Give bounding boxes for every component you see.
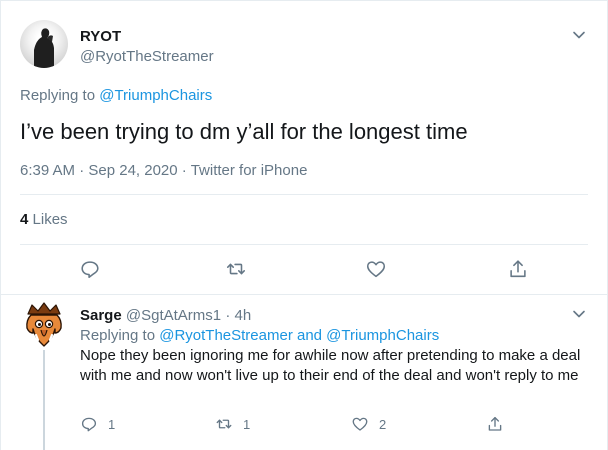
likes-link[interactable]: 4 Likes xyxy=(20,211,68,228)
share-icon xyxy=(488,416,502,431)
replying-prefix: Replying to xyxy=(20,87,96,104)
like-icon xyxy=(352,417,368,431)
reply-icon xyxy=(81,417,97,432)
divider xyxy=(20,194,588,195)
retweet-icon xyxy=(216,419,232,429)
reply-handle[interactable]: @SgtAtArms1 xyxy=(126,307,221,324)
main-tweet: RYOT @RyotTheStreamer Replying to @Trium… xyxy=(0,0,608,295)
reply-header: Sarge @SgtAtArms1 · 4h xyxy=(80,307,251,324)
user-handle[interactable]: @RyotTheStreamer xyxy=(80,48,214,65)
display-name[interactable]: RYOT xyxy=(80,28,121,45)
avatar[interactable] xyxy=(20,20,68,68)
reply-time-separator: · xyxy=(225,307,231,324)
reply-replying-prefix: Replying to xyxy=(80,327,156,344)
tweet-text: I’ve been trying to dm y’all for the lon… xyxy=(20,119,468,144)
reply-count: 1 xyxy=(108,416,116,432)
likes-count: 4 xyxy=(20,211,29,228)
like-icon[interactable] xyxy=(365,258,387,280)
share-icon[interactable] xyxy=(507,258,529,280)
divider xyxy=(20,244,588,245)
retweet-icon[interactable] xyxy=(225,258,247,280)
like-count: 2 xyxy=(379,416,387,432)
reply-replying-to-link[interactable]: @RyotTheStreamer and @TriumphChairs xyxy=(159,327,439,344)
likes-label: Likes xyxy=(32,211,68,228)
retweet-count: 1 xyxy=(243,416,251,432)
meta-separator: · xyxy=(181,162,187,179)
replying-to: Replying to @TriumphChairs xyxy=(20,87,212,104)
reply-text: Nope they been ignoring me for awhile no… xyxy=(80,347,581,384)
reply-retweet-button[interactable]: 1 xyxy=(215,415,250,433)
reply-icon[interactable] xyxy=(79,258,101,280)
chevron-down-icon[interactable] xyxy=(570,26,588,44)
reply-like-button[interactable]: 2 xyxy=(351,415,386,433)
reply-replying-to: Replying to @RyotTheStreamer and @Triump… xyxy=(80,327,439,344)
replying-to-link[interactable]: @TriumphChairs xyxy=(99,87,212,104)
chevron-down-icon[interactable] xyxy=(570,305,588,323)
tweet-meta: 6:39 AM · Sep 24, 2020 · Twitter for iPh… xyxy=(20,162,307,179)
thread-line xyxy=(43,350,45,450)
reply-reply-button[interactable]: 1 xyxy=(80,415,115,433)
reply-display-name[interactable]: Sarge xyxy=(80,307,122,324)
tweet-source[interactable]: Twitter for iPhone xyxy=(191,162,308,179)
reply-share-button[interactable] xyxy=(486,415,504,433)
reply-avatar[interactable] xyxy=(22,302,66,348)
tweet-timestamp[interactable]: 6:39 AM · Sep 24, 2020 xyxy=(20,162,178,179)
reply-time[interactable]: 4h xyxy=(234,307,251,324)
